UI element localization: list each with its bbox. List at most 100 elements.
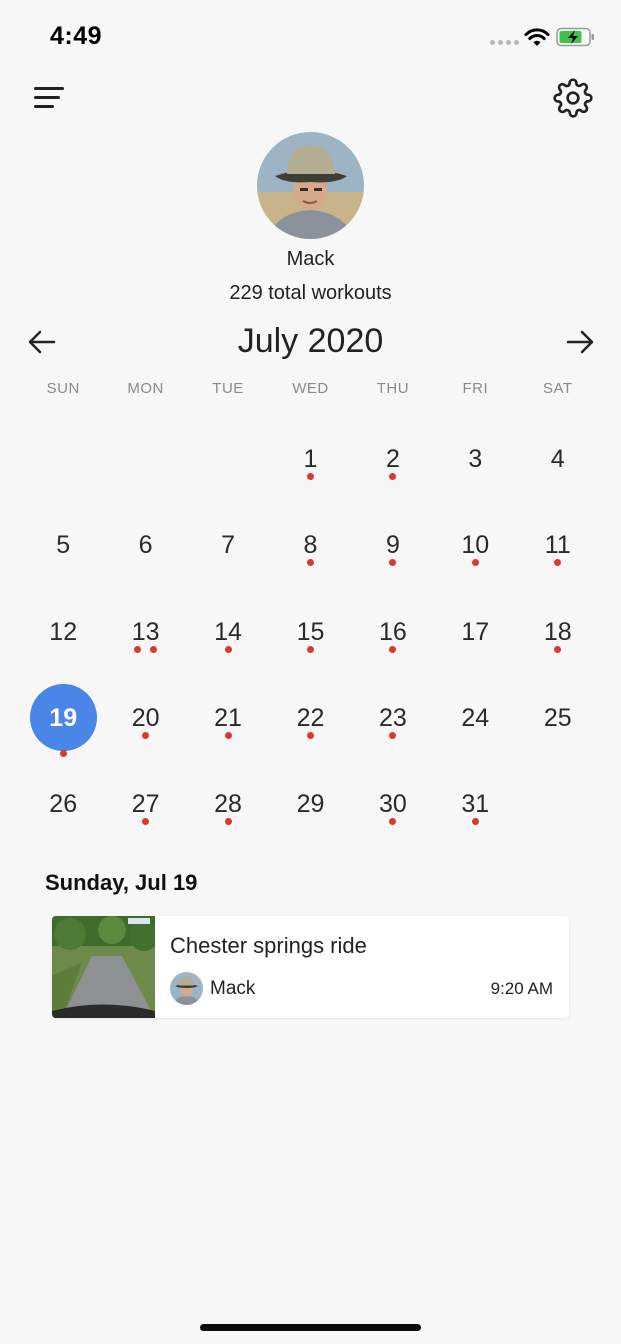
calendar-day-number: 8 <box>303 531 318 560</box>
workout-indicator-dots <box>22 749 104 757</box>
calendar-day-number: 9 <box>385 531 400 560</box>
workout-title: Chester springs ride <box>170 933 367 958</box>
workout-dot <box>554 645 562 653</box>
status-time: 4:49 <box>50 22 103 50</box>
calendar-day[interactable]: 3 <box>434 416 516 502</box>
calendar-day-number: 27 <box>131 790 160 819</box>
calendar-day-number: 15 <box>296 617 325 646</box>
calendar-day[interactable]: 25 <box>517 675 599 761</box>
calendar-day[interactable]: 2 <box>352 416 434 502</box>
calendar-day-number: 21 <box>214 703 242 732</box>
calendar-day-number: 29 <box>296 790 325 819</box>
workout-card[interactable]: Chester springs ride Mack 9:20 AM <box>52 916 569 1018</box>
calendar-day[interactable]: 28 <box>187 761 269 847</box>
hamburger-menu-icon-line <box>34 96 60 99</box>
menu-button[interactable] <box>32 84 68 114</box>
workout-indicator-dots <box>269 473 351 480</box>
workout-dot <box>306 731 314 739</box>
calendar-day[interactable]: 9 <box>352 502 434 588</box>
calendar-day[interactable]: 29 <box>269 761 351 847</box>
calendar-day[interactable]: 13 <box>104 589 186 675</box>
weekday-label: TUE <box>212 380 244 397</box>
workout-dot <box>142 731 150 739</box>
weekday-label: MON <box>127 380 164 397</box>
calendar-day-number: 11 <box>544 531 571 560</box>
calendar-day-selected[interactable]: 19 <box>22 675 104 761</box>
calendar-day[interactable]: 6 <box>104 502 186 588</box>
workout-indicator-dots <box>352 645 434 653</box>
workout-dot <box>224 818 232 826</box>
calendar-day[interactable]: 24 <box>434 675 516 761</box>
calendar-day[interactable]: 12 <box>22 589 104 675</box>
workout-indicator-dots <box>187 731 269 739</box>
workout-indicator-dots <box>104 731 186 739</box>
status-bar: 4:49 <box>0 0 621 70</box>
calendar-day[interactable]: 10 <box>434 502 516 588</box>
profile-name: Mack <box>286 248 335 270</box>
calendar-day[interactable]: 11 <box>517 502 599 588</box>
calendar-day[interactable]: 16 <box>352 589 434 675</box>
workout-dot <box>389 731 397 739</box>
battery-charging-icon <box>556 27 594 47</box>
calendar-day[interactable]: 23 <box>352 675 434 761</box>
workout-indicator-dots <box>352 473 434 480</box>
calendar-day[interactable]: 20 <box>104 675 186 761</box>
workout-dot <box>306 473 314 480</box>
calendar-empty-cell <box>22 416 104 502</box>
calendar-day-number: 20 <box>131 703 160 732</box>
calendar-day[interactable]: 15 <box>269 589 351 675</box>
calendar-day-number: 10 <box>461 531 490 560</box>
calendar-day[interactable]: 1 <box>269 416 351 502</box>
calendar-day[interactable]: 5 <box>22 502 104 588</box>
calendar-day-number: 23 <box>378 703 407 732</box>
calendar-day[interactable]: 31 <box>434 761 516 847</box>
workout-dot <box>150 645 158 653</box>
calendar-day[interactable]: 18 <box>517 589 599 675</box>
calendar-day[interactable]: 21 <box>187 675 269 761</box>
workout-indicator-dots <box>104 645 186 653</box>
workout-dot <box>471 559 479 567</box>
weekday-label: SUN <box>46 380 80 397</box>
workout-time: 9:20 AM <box>490 979 553 998</box>
home-indicator[interactable] <box>200 1324 421 1331</box>
workout-dot <box>389 559 397 567</box>
calendar-day-number: 14 <box>214 617 242 646</box>
workout-dot <box>306 645 314 653</box>
workout-indicator-dots <box>104 818 186 826</box>
calendar-day[interactable]: 8 <box>269 502 351 588</box>
workout-photo <box>52 916 155 1018</box>
workout-dot <box>306 559 314 567</box>
weekday-label: WED <box>292 380 329 397</box>
calendar-empty-cell <box>104 416 186 502</box>
calendar-day-number: 16 <box>378 617 407 646</box>
workout-indicator-dots <box>187 818 269 826</box>
calendar-day[interactable]: 17 <box>434 589 516 675</box>
calendar-day[interactable]: 26 <box>22 761 104 847</box>
calendar-day-number: 4 <box>550 445 565 473</box>
calendar-day-number: 5 <box>56 531 71 560</box>
calendar-day-number: 12 <box>49 617 78 646</box>
workout-dot <box>142 818 150 826</box>
calendar-day-number: 1 <box>303 445 318 473</box>
workout-indicator-dots <box>352 731 434 739</box>
workout-dot <box>389 645 397 653</box>
profile-avatar[interactable] <box>257 132 364 239</box>
calendar-day[interactable]: 14 <box>187 589 269 675</box>
calendar-day-number: 6 <box>138 531 153 560</box>
calendar-day[interactable]: 7 <box>187 502 269 588</box>
next-month-arrow-icon[interactable] <box>564 326 596 358</box>
workout-dot <box>224 645 232 653</box>
calendar-day[interactable]: 27 <box>104 761 186 847</box>
workout-dot <box>389 818 397 826</box>
gear-icon[interactable] <box>553 78 593 118</box>
calendar-grid: 1 2 3 4 5 6 7 8 9 10 11 12 13 14 15 16 17 18 19 20 21 22 23 24 2… <box>22 416 599 847</box>
calendar-day[interactable]: 22 <box>269 675 351 761</box>
calendar-day[interactable]: 4 <box>517 416 599 502</box>
calendar-day[interactable]: 30 <box>352 761 434 847</box>
workout-indicator-dots <box>269 645 351 653</box>
calendar-day-number: 17 <box>461 617 490 646</box>
workout-dot <box>554 559 562 567</box>
wifi-icon <box>524 28 550 46</box>
workout-indicator-dots <box>269 559 351 567</box>
workout-indicator-dots <box>517 559 599 567</box>
